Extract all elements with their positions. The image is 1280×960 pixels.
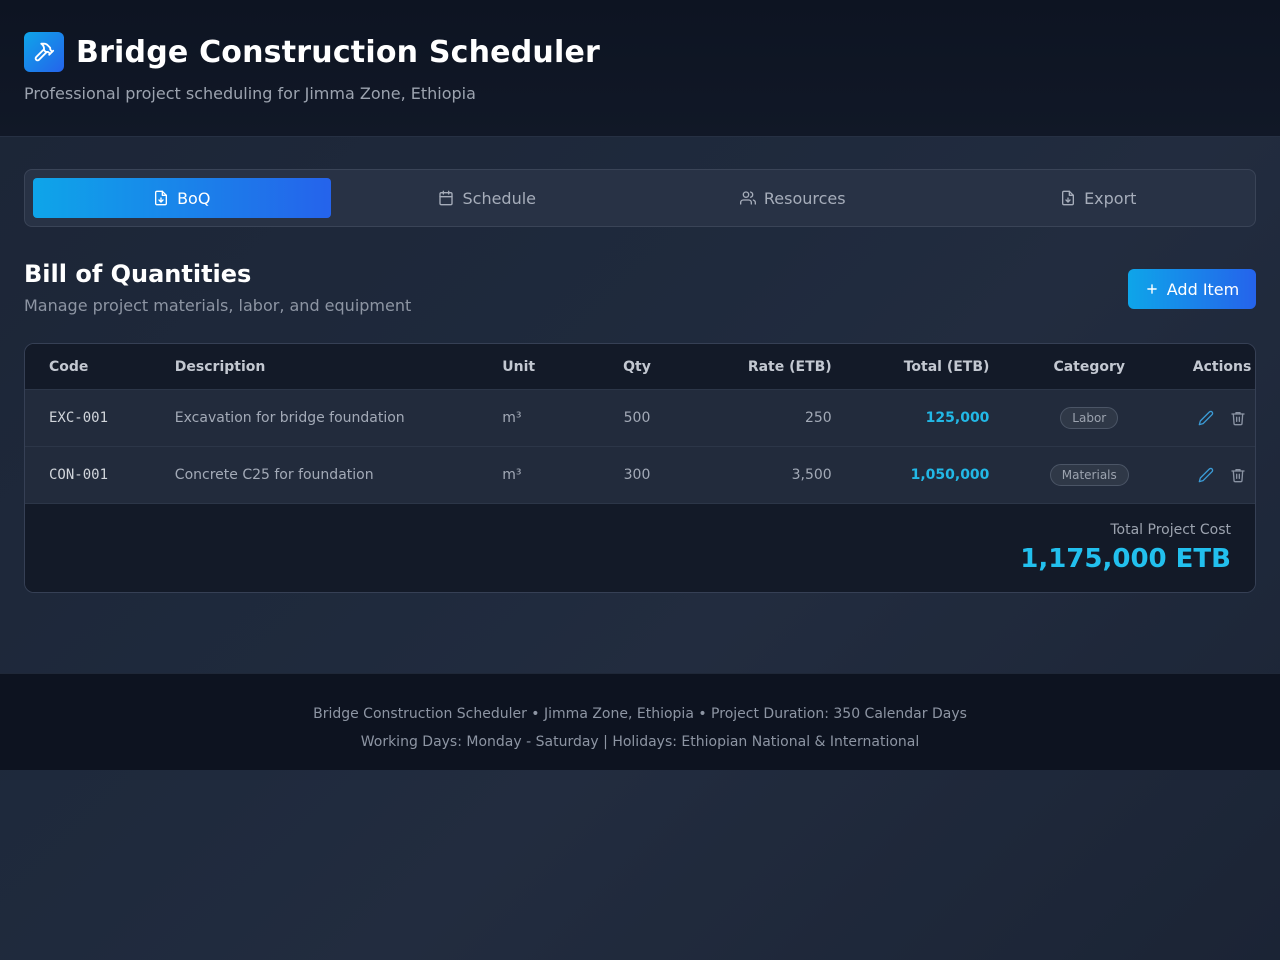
table-row: EXC-001 Excavation for bridge foundation… — [25, 389, 1255, 446]
footer-line-2: Working Days: Monday - Saturday | Holida… — [360, 734, 920, 750]
tab-bar: BoQ Schedule Resources Export — [24, 169, 1256, 227]
section-header: Bill of Quantities Manage project materi… — [24, 260, 1256, 315]
app-title: Bridge Construction Scheduler — [76, 34, 600, 70]
cell-rate: 3,500 — [791, 467, 832, 483]
col-qty: Qty — [623, 358, 651, 375]
cell-total: 125,000 — [925, 410, 990, 426]
hammer-icon — [24, 32, 64, 72]
cell-qty: 300 — [623, 467, 651, 483]
title-row: Bridge Construction Scheduler — [24, 32, 1256, 72]
file-icon — [155, 190, 168, 206]
cell-actions — [1189, 410, 1255, 426]
tab-label: Export — [1084, 188, 1137, 208]
table-header: Code Description Unit Qty Rate (ETB) Tot… — [25, 344, 1255, 389]
trash-icon[interactable] — [1230, 467, 1246, 483]
cell-code: EXC-001 — [49, 410, 109, 426]
edit-icon[interactable] — [1198, 410, 1214, 426]
add-item-label: Add Item — [1166, 279, 1240, 299]
cell-rate: 250 — [804, 410, 832, 426]
boq-table: Code Description Unit Qty Rate (ETB) Tot… — [24, 343, 1256, 593]
category-badge: Materials — [1049, 464, 1129, 486]
cell-category: Labor — [989, 407, 1189, 429]
footer-line-1: Bridge Construction Scheduler • Jimma Zo… — [313, 706, 967, 722]
total-cost-label: Total Project Cost — [1110, 522, 1231, 538]
cell-description: Excavation for bridge foundation — [174, 410, 405, 426]
col-category: Category — [1053, 358, 1126, 375]
tab-label: BoQ — [177, 188, 211, 208]
col-rate: Rate (ETB) — [747, 358, 832, 375]
users-icon — [739, 191, 756, 205]
table-row: CON-001 Concrete C25 for foundation m³ 3… — [25, 446, 1255, 503]
col-unit: Unit — [502, 358, 536, 375]
file-download-icon — [1062, 190, 1075, 206]
cell-description: Concrete C25 for foundation — [174, 467, 374, 483]
tab-resources[interactable]: Resources — [644, 178, 942, 218]
cell-category: Materials — [989, 464, 1189, 486]
col-actions: Actions — [1192, 358, 1252, 375]
app-header: Bridge Construction Scheduler Profession… — [0, 0, 1280, 137]
tab-label: Schedule — [462, 188, 537, 208]
tab-export[interactable]: Export — [950, 178, 1248, 218]
cell-actions — [1189, 467, 1255, 483]
edit-icon[interactable] — [1198, 467, 1214, 483]
total-cost-value: 1,175,000 ETB — [1020, 544, 1231, 574]
cell-total: 1,050,000 — [910, 467, 990, 483]
add-item-button[interactable]: Add Item — [1128, 269, 1256, 309]
cell-qty: 500 — [623, 410, 651, 426]
cell-unit: m³ — [502, 467, 522, 483]
tab-label: Resources — [763, 188, 846, 208]
col-code: Code — [49, 358, 89, 375]
col-description: Description — [174, 358, 266, 375]
calendar-icon — [439, 190, 454, 206]
category-badge: Labor — [1060, 407, 1119, 429]
section-subtitle: Manage project materials, labor, and equ… — [24, 296, 412, 315]
trash-icon[interactable] — [1230, 410, 1246, 426]
app-footer: Bridge Construction Scheduler • Jimma Zo… — [0, 673, 1280, 770]
cell-unit: m³ — [502, 410, 522, 426]
tab-schedule[interactable]: Schedule — [339, 178, 637, 218]
table-footer: Total Project Cost 1,175,000 ETB — [25, 503, 1255, 592]
plus-icon — [1146, 284, 1157, 294]
app-subtitle: Professional project scheduling for Jimm… — [24, 84, 476, 103]
col-total: Total (ETB) — [903, 358, 990, 375]
section-title: Bill of Quantities — [24, 260, 252, 288]
cell-code: CON-001 — [49, 467, 109, 483]
tab-boq[interactable]: BoQ — [33, 178, 331, 218]
